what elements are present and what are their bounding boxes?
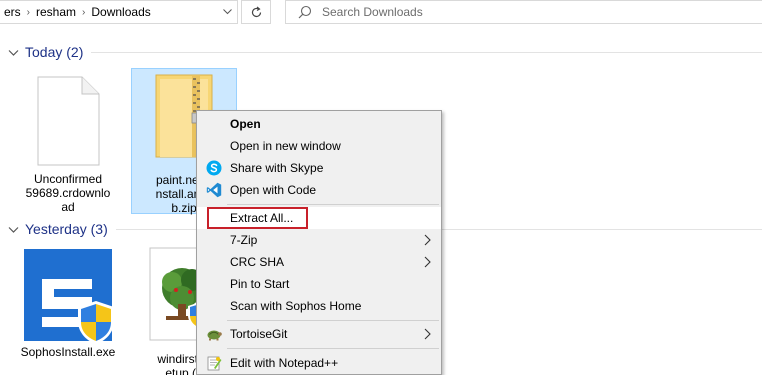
tortoisegit-icon: [207, 330, 222, 341]
menu-item-scan-sophos[interactable]: Scan with Sophos Home: [197, 295, 441, 317]
breadcrumb-users[interactable]: ers: [0, 5, 25, 19]
menu-separator: [227, 320, 439, 321]
menu-separator: [227, 204, 439, 205]
address-bar[interactable]: ers › resham › Downloads: [0, 0, 238, 24]
menu-item-open-with-code[interactable]: Open with Code: [197, 179, 441, 201]
menu-item-label: TortoiseGit: [230, 327, 288, 341]
breadcrumb-separator-icon: ›: [82, 6, 86, 18]
breadcrumb-downloads[interactable]: Downloads: [87, 5, 154, 19]
group-divider: [91, 51, 762, 53]
search-icon: [298, 5, 312, 19]
chevron-right-icon: [424, 234, 431, 246]
group-label: Today (2): [25, 44, 84, 60]
menu-item-label: 7-Zip: [230, 233, 258, 247]
chevron-down-icon[interactable]: [8, 47, 19, 58]
menu-item-tortoisegit[interactable]: TortoiseGit: [197, 323, 441, 345]
menu-item-pin-to-start[interactable]: Pin to Start: [197, 273, 441, 295]
notepadpp-icon: [207, 356, 222, 371]
menu-item-crc-sha[interactable]: CRC SHA: [197, 251, 441, 273]
menu-item-7zip[interactable]: 7-Zip: [197, 229, 441, 251]
chevron-down-icon[interactable]: [217, 1, 237, 23]
chevron-right-icon: [424, 328, 431, 340]
menu-item-open[interactable]: Open: [197, 113, 441, 135]
file-item-sophosinstall[interactable]: SophosInstall.exe: [16, 244, 120, 375]
menu-separator: [227, 348, 439, 349]
menu-item-edit-notepadpp[interactable]: Edit with Notepad++: [197, 352, 441, 374]
search-input[interactable]: [322, 5, 622, 19]
menu-item-share-skype[interactable]: Share with Skype: [197, 157, 441, 179]
menu-item-label: Open: [230, 117, 261, 131]
menu-item-label: Open with Code: [230, 183, 317, 197]
file-name-line: ad: [61, 200, 75, 214]
file-name-line: 59689.crdownlo: [25, 186, 111, 200]
menu-item-label: Pin to Start: [230, 277, 290, 291]
address-bar-row: ers › resham › Downloads: [0, 0, 762, 25]
breadcrumb-separator-icon: ›: [26, 6, 31, 18]
chevron-right-icon: [424, 256, 431, 268]
menu-item-label: Extract All...: [230, 211, 294, 225]
group-header-today[interactable]: Today (2): [8, 44, 762, 60]
sophos-icon: [24, 249, 114, 343]
chevron-down-icon[interactable]: [8, 224, 19, 235]
menu-item-label: Scan with Sophos Home: [230, 299, 362, 313]
skype-icon: [206, 160, 222, 176]
refresh-button[interactable]: [241, 0, 271, 24]
refresh-icon: [251, 6, 261, 17]
context-menu: Open Open in new window Share with Skype…: [196, 110, 442, 375]
menu-item-label: CRC SHA: [230, 255, 285, 269]
blank-document-icon: [37, 76, 100, 166]
menu-item-label: Open in new window: [230, 139, 341, 153]
file-name: SophosInstall.exe: [20, 345, 116, 359]
group-label: Yesterday (3): [25, 221, 108, 237]
menu-item-label: Edit with Notepad++: [230, 356, 339, 370]
menu-item-open-new-window[interactable]: Open in new window: [197, 135, 441, 157]
menu-item-label: Share with Skype: [230, 161, 324, 175]
vscode-icon: [206, 182, 222, 198]
file-item-unconfirmed[interactable]: Unconfirmed 59689.crdownlo ad: [16, 70, 120, 215]
menu-item-extract-all[interactable]: Extract All...: [197, 207, 441, 229]
file-name-line: Unconfirmed: [33, 172, 103, 186]
search-box[interactable]: [285, 0, 762, 24]
breadcrumb-resham[interactable]: resham: [32, 5, 80, 19]
